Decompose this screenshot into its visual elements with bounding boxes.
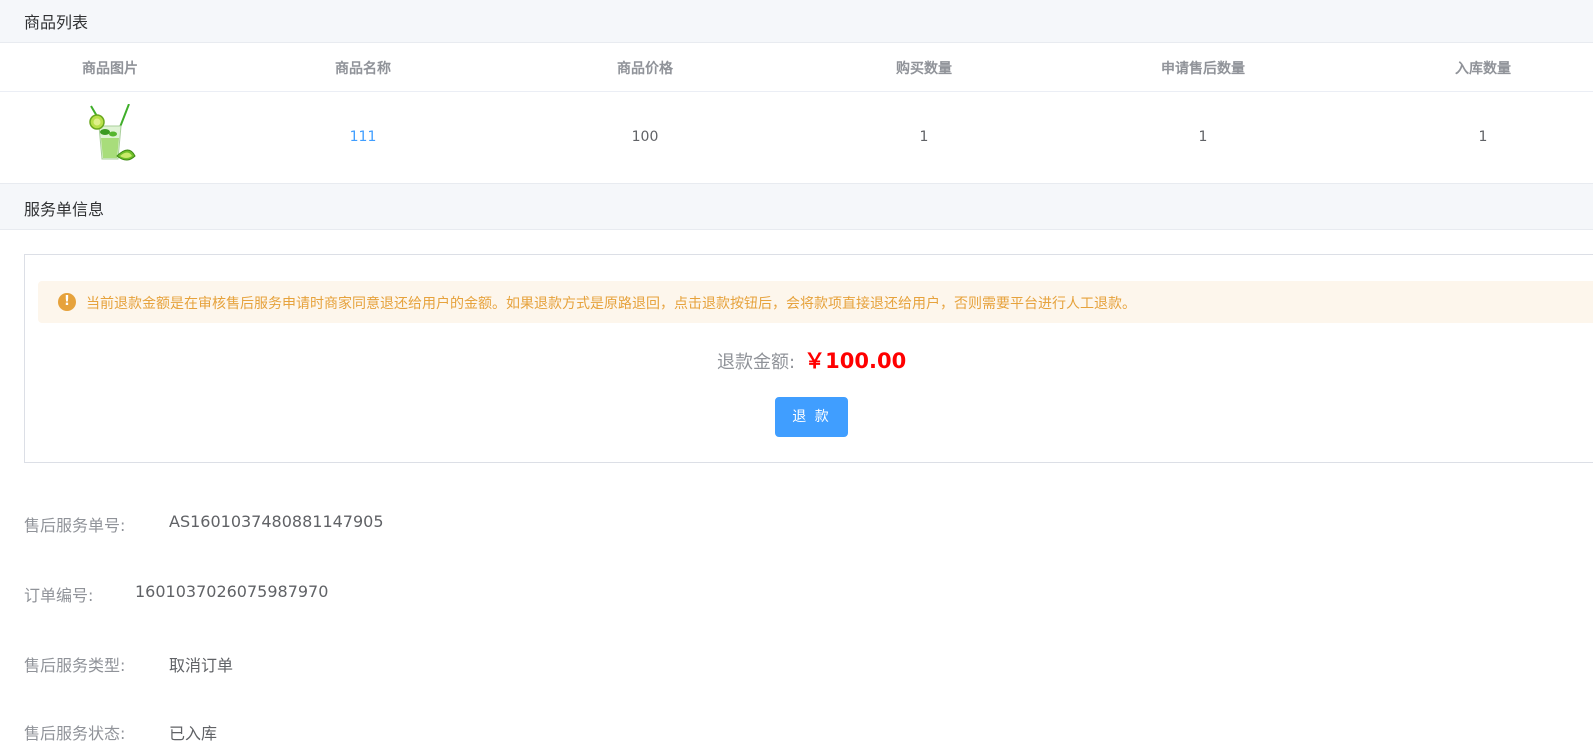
header-buy-quantity: 购买数量 <box>896 61 952 77</box>
aftersale-service-number-value: AS1601037480881147905 <box>169 512 384 531</box>
product-image[interactable] <box>85 104 137 164</box>
refund-amount-label: 退款金额: <box>717 352 796 373</box>
goods-table-header: 商品图片 商品名称 商品价格 购买数量 申请售后数量 入库数量 <box>0 43 1593 92</box>
header-stock-quantity: 入库数量 <box>1455 61 1511 77</box>
header-product-price: 商品价格 <box>617 61 673 77</box>
buy-quantity: 1 <box>919 129 929 145</box>
refund-amount-value: ￥100.00 <box>804 349 907 373</box>
stock-quantity: 1 <box>1478 129 1488 145</box>
aftersale-type-value: 取消订单 <box>169 656 234 675</box>
refund-panel: ! 当前退款金额是在审核售后服务申请时商家同意退还给用户的金额。如果退款方式是原… <box>24 254 1593 463</box>
refund-alert-text: 当前退款金额是在审核售后服务申请时商家同意退还给用户的金额。如果退款方式是原路退… <box>86 296 1136 312</box>
aftersale-type-label: 售后服务类型: <box>24 656 126 675</box>
order-number-label: 订单编号: <box>24 586 94 605</box>
order-number-value: 1601037026075987970 <box>135 582 329 601</box>
header-product-image: 商品图片 <box>82 61 138 77</box>
product-name-link[interactable]: 111 <box>350 129 377 145</box>
aftersale-service-number-label: 售后服务单号: <box>24 516 126 535</box>
goods-list-header: 商品列表 <box>0 0 1593 43</box>
refund-alert: ! 当前退款金额是在审核售后服务申请时商家同意退还给用户的金额。如果退款方式是原… <box>38 281 1593 323</box>
service-info-title: 服务单信息 <box>24 200 105 219</box>
aftersale-quantity: 1 <box>1198 129 1208 145</box>
refund-button[interactable]: 退 款 <box>775 397 848 437</box>
product-price: 100 <box>631 129 659 145</box>
aftersale-status-label: 售后服务状态: <box>24 724 126 743</box>
goods-list-title: 商品列表 <box>24 13 89 32</box>
refund-amount: 退款金额: ￥100.00 <box>717 345 906 375</box>
header-product-name: 商品名称 <box>335 61 391 77</box>
table-row: 111 100 1 1 1 <box>0 92 1593 183</box>
header-aftersale-quantity: 申请售后数量 <box>1161 61 1245 77</box>
aftersale-status-value: 已入库 <box>169 724 218 743</box>
service-info-header: 服务单信息 <box>0 183 1593 230</box>
warning-icon: ! <box>58 293 76 311</box>
